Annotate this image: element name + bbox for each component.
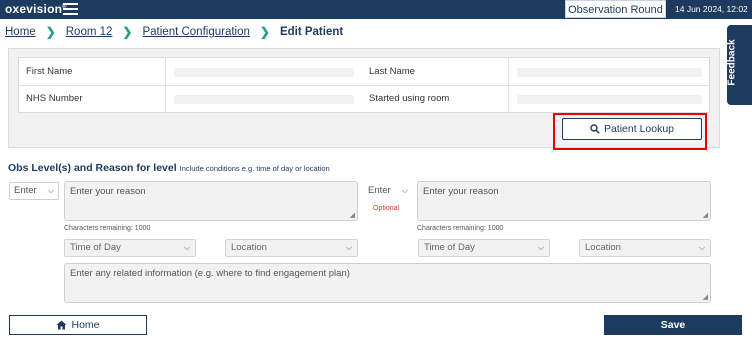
header-datetime: 14 Jun 2024, 12:02 [675,4,748,14]
related-info-textarea[interactable]: Enter any related information (e.g. wher… [64,263,711,303]
home-button[interactable]: Home [9,315,147,335]
obs-level-select-1[interactable]: Enter ⌵ [9,182,59,200]
chevron-down-icon: ⌵ [183,243,190,252]
reason-textarea-1[interactable]: Enter your reason ◢ [64,181,358,221]
started-using-room-label: Started using room [369,93,450,104]
first-name-label: First Name [26,66,73,77]
search-icon [590,124,600,134]
chevron-down-icon: ⌵ [401,186,408,195]
last-name-value [508,58,710,85]
feedback-label: Feedback [726,39,738,86]
breadcrumb: Home ❯ Room 12 ❯ Patient Configuration ❯… [5,24,343,40]
reason-textarea-2[interactable]: Enter your reason ◢ [417,181,711,221]
first-name-value [165,58,362,85]
resize-grip-icon: ◢ [349,212,355,219]
nhs-number-label: NHS Number [26,93,83,104]
nhs-number-value [165,85,362,112]
chevron-down-icon: ⌵ [47,186,54,195]
resize-grip-icon: ◢ [702,212,708,219]
chevron-down-icon: ⌵ [537,243,544,252]
breadcrumb-home[interactable]: Home [5,26,36,38]
last-name-label: Last Name [369,66,415,77]
location-select-1[interactable]: Location ⌵ [225,239,358,257]
feedback-tab[interactable]: Feedback [727,25,752,105]
time-of-day-select-2[interactable]: Time of Day ⌵ [418,239,550,257]
obs-section-hint: Include conditions e.g. time of day or l… [179,164,330,173]
patient-lookup-label: Patient Lookup [603,123,675,135]
obs-level-select-2[interactable]: Enter ⌵ [363,182,413,200]
time-of-day-select-1[interactable]: Time of Day ⌵ [64,239,196,257]
menu-icon[interactable] [63,3,78,15]
patient-row-names: First Name Last Name [19,58,709,86]
chars-remaining-1: Characters remaining: 1000 [64,225,151,232]
breadcrumb-current: Edit Patient [279,26,344,38]
chars-remaining-2: Characters remaining: 1000 [417,225,504,232]
location-select-2[interactable]: Location ⌵ [579,239,711,257]
obs-section-title: Obs Level(s) and Reason for level Include… [8,162,330,174]
patient-row-nhs: NHS Number Started using room [19,85,709,113]
app-logo: oxevision® [5,2,67,16]
optional-label: Optional [373,205,400,212]
chevron-right-icon: ❯ [122,25,133,39]
chevron-right-icon: ❯ [45,25,56,39]
home-label: Home [71,319,100,331]
patient-lookup-button[interactable]: Patient Lookup [562,118,702,140]
chevron-down-icon: ⌵ [698,243,705,252]
resize-grip-icon: ◢ [702,294,708,301]
started-using-room-value [508,85,710,112]
save-button[interactable]: Save [604,315,742,335]
breadcrumb-room[interactable]: Room 12 [66,26,113,38]
patient-details-table: First Name Last Name NHS Number Started … [18,57,710,113]
breadcrumb-patient-configuration[interactable]: Patient Configuration [142,26,249,38]
observation-round-button[interactable]: Observation Round [565,0,666,18]
top-bar: oxevision® Observation Round 14 Jun 2024… [0,0,752,19]
home-icon [56,320,67,330]
chevron-down-icon: ⌵ [345,243,352,252]
chevron-right-icon: ❯ [259,25,270,39]
